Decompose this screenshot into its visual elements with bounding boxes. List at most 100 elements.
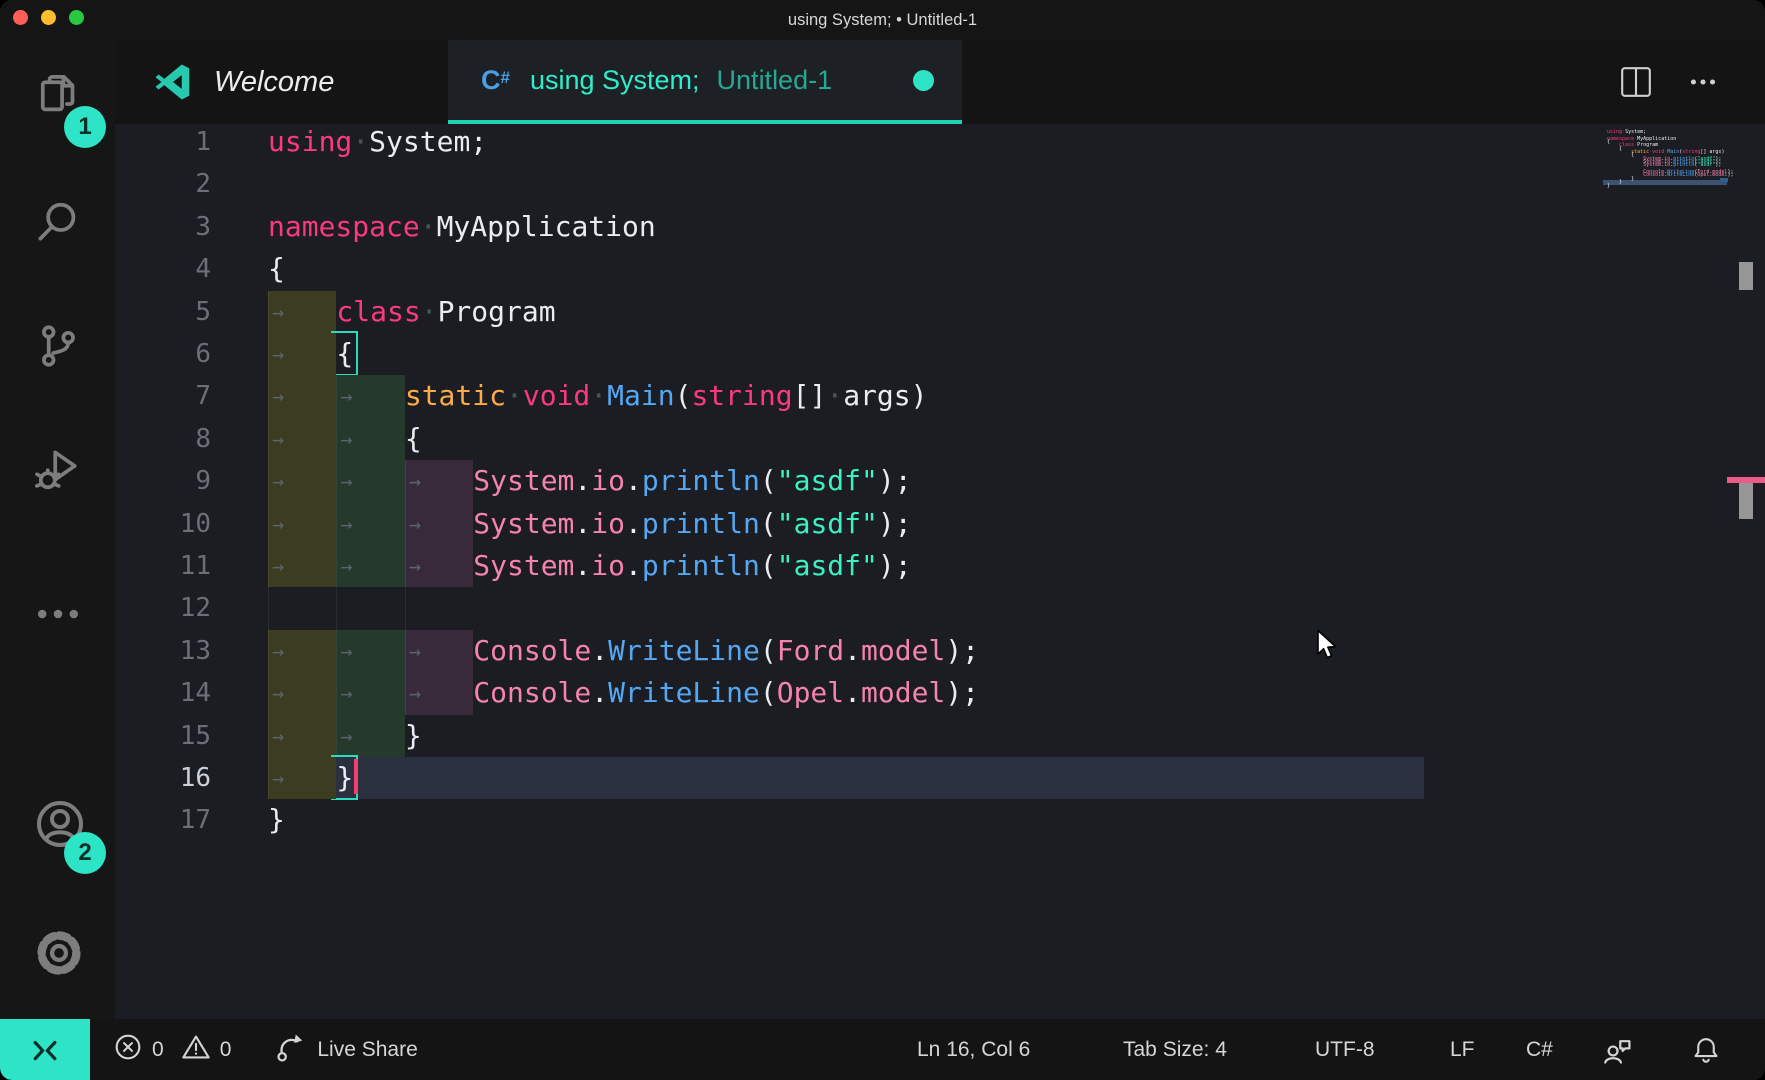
indent-block: → (405, 545, 473, 587)
error-icon (112, 1031, 144, 1069)
live-share-label[interactable]: Live Share (317, 1038, 417, 1062)
code-line[interactable]: 5→class·Program (115, 291, 1765, 333)
indent-block: → (268, 333, 336, 375)
notifications-bell-icon[interactable] (1690, 1034, 1722, 1080)
code-line-content: →→→System.io.println("asdf"); (268, 545, 912, 587)
code-token: } (405, 719, 422, 752)
cursor-position-status[interactable]: Ln 16, Col 6 (917, 1019, 1030, 1080)
explorer-badge: 1 (64, 106, 106, 148)
indent-block: → (268, 460, 336, 502)
remote-indicator[interactable] (0, 1019, 90, 1080)
code-token: . (844, 634, 861, 667)
code-line[interactable]: 4{ (115, 248, 1765, 290)
indent-block: → (268, 418, 336, 460)
tab-using-system-untitled-1[interactable]: C# using System; Untitled-1 (448, 40, 962, 124)
code-line[interactable]: 17} (115, 799, 1765, 841)
workbench-content: Welcome C# using System; Untitled-1 1 usi… (115, 40, 1765, 1019)
tab-whitespace-icon: → (272, 545, 284, 587)
code-line-content: using·System; (268, 124, 487, 163)
code-line[interactable]: 11→→→System.io.println("asdf"); (115, 545, 1765, 587)
line-number[interactable]: 16 (115, 757, 211, 799)
code-line[interactable]: 8 →→ { (115, 418, 1765, 460)
tab-whitespace-icon: → (340, 418, 352, 460)
line-number[interactable]: 7 (115, 375, 211, 417)
scrollbar-decoration-bottom[interactable] (1739, 483, 1753, 519)
scrollbar-decoration-top[interactable] (1739, 262, 1753, 290)
code-line[interactable]: 1 using·System; (115, 124, 1765, 163)
indent-block: → (268, 672, 336, 714)
line-number[interactable]: 12 (115, 587, 211, 629)
code-line[interactable]: 16→} (115, 757, 1765, 799)
warning-icon (180, 1031, 212, 1069)
eol-status[interactable]: LF (1450, 1019, 1475, 1080)
line-number[interactable]: 2 (115, 163, 211, 205)
encoding-status[interactable]: UTF-8 (1315, 1019, 1375, 1080)
code-line[interactable]: 12 (115, 587, 1765, 629)
code-token: { (405, 422, 422, 455)
settings-gear-icon[interactable] (32, 926, 84, 978)
code-line[interactable]: 9→→→System.io.println("asdf"); (115, 460, 1765, 502)
code-line[interactable]: 13→→→Console.WriteLine(Ford.model); (115, 630, 1765, 672)
line-number[interactable]: 11 (115, 545, 211, 587)
feedback-icon[interactable] (1600, 1034, 1634, 1080)
code-line[interactable]: 6→{ (115, 333, 1765, 375)
code-token: ( (760, 549, 777, 582)
code-line[interactable]: 10→→→System.io.println("asdf"); (115, 503, 1765, 545)
code-line-content: →→static·void·Main(string[]·args) (268, 375, 927, 417)
tab-whitespace-icon: → (340, 375, 352, 417)
source-control-icon[interactable] (32, 320, 84, 372)
tab-whitespace-icon: → (340, 545, 352, 587)
tab-whitespace-icon: → (272, 333, 284, 375)
code-token: · (352, 125, 369, 158)
indent-block: → (268, 375, 336, 417)
line-number[interactable]: 14 (115, 672, 211, 714)
tab-welcome[interactable]: Welcome (115, 40, 448, 124)
code-token: class (336, 295, 420, 328)
line-number[interactable]: 17 (115, 799, 211, 841)
code-token: System (473, 464, 574, 497)
line-number[interactable]: 8 (115, 418, 211, 460)
search-icon[interactable] (32, 196, 84, 248)
code-token: model (861, 676, 945, 709)
indent-block: → (405, 672, 473, 714)
code-line[interactable]: 2 (115, 163, 1765, 205)
more-actions-icon[interactable] (1686, 65, 1720, 99)
line-number[interactable]: 6 (115, 333, 211, 375)
code-token: namespace (268, 210, 420, 243)
line-number[interactable]: 5 (115, 291, 211, 333)
line-number[interactable]: 3 (115, 206, 211, 248)
code-token: io (591, 549, 625, 582)
code-line[interactable]: 14→→→Console.WriteLine(Opel.model); (115, 672, 1765, 714)
indent-block: → (268, 715, 336, 757)
line-number[interactable]: 15 (115, 715, 211, 757)
code-line[interactable]: 15→→} (115, 715, 1765, 757)
indent-block: → (268, 630, 336, 672)
tab-size-status[interactable]: Tab Size: 4 (1123, 1019, 1227, 1080)
code-line[interactable]: 7 →→static·void·Main(string[]·args) (115, 375, 1765, 417)
code-editor[interactable]: 1using·System;23namespace·MyApplication4… (115, 124, 1765, 1019)
modified-dot-icon[interactable] (913, 70, 934, 91)
minimap[interactable]: using·System; namespace·MyApplication{ c… (1607, 131, 1765, 188)
code-line-content: →→ { (268, 418, 422, 460)
code-line[interactable]: 3namespace·MyApplication (115, 206, 1765, 248)
titlebar[interactable]: using System; • Untitled-1 (0, 0, 1765, 40)
line-number[interactable]: 4 (115, 248, 211, 290)
line-number[interactable]: 9 (115, 460, 211, 502)
problems-status[interactable]: 0 0 Live Share (112, 1019, 418, 1080)
more-views-icon[interactable] (32, 588, 84, 640)
warning-count: 0 (220, 1038, 232, 1062)
code-token: println (642, 507, 760, 540)
split-editor-icon[interactable] (1619, 65, 1653, 99)
run-debug-icon[interactable] (32, 444, 84, 496)
line-number[interactable]: 10 (115, 503, 211, 545)
line-number[interactable]: 1 (115, 124, 211, 163)
code-token: ( (760, 634, 777, 667)
code-token: . (625, 507, 642, 540)
code-token: · (420, 210, 437, 243)
tab-whitespace-icon: → (272, 757, 284, 799)
tab-welcome-label: Welcome (214, 66, 334, 99)
language-mode-status[interactable]: C# (1526, 1019, 1553, 1080)
line-number[interactable]: 13 (115, 630, 211, 672)
code-token: ( (760, 464, 777, 497)
indent-guide (405, 587, 473, 629)
